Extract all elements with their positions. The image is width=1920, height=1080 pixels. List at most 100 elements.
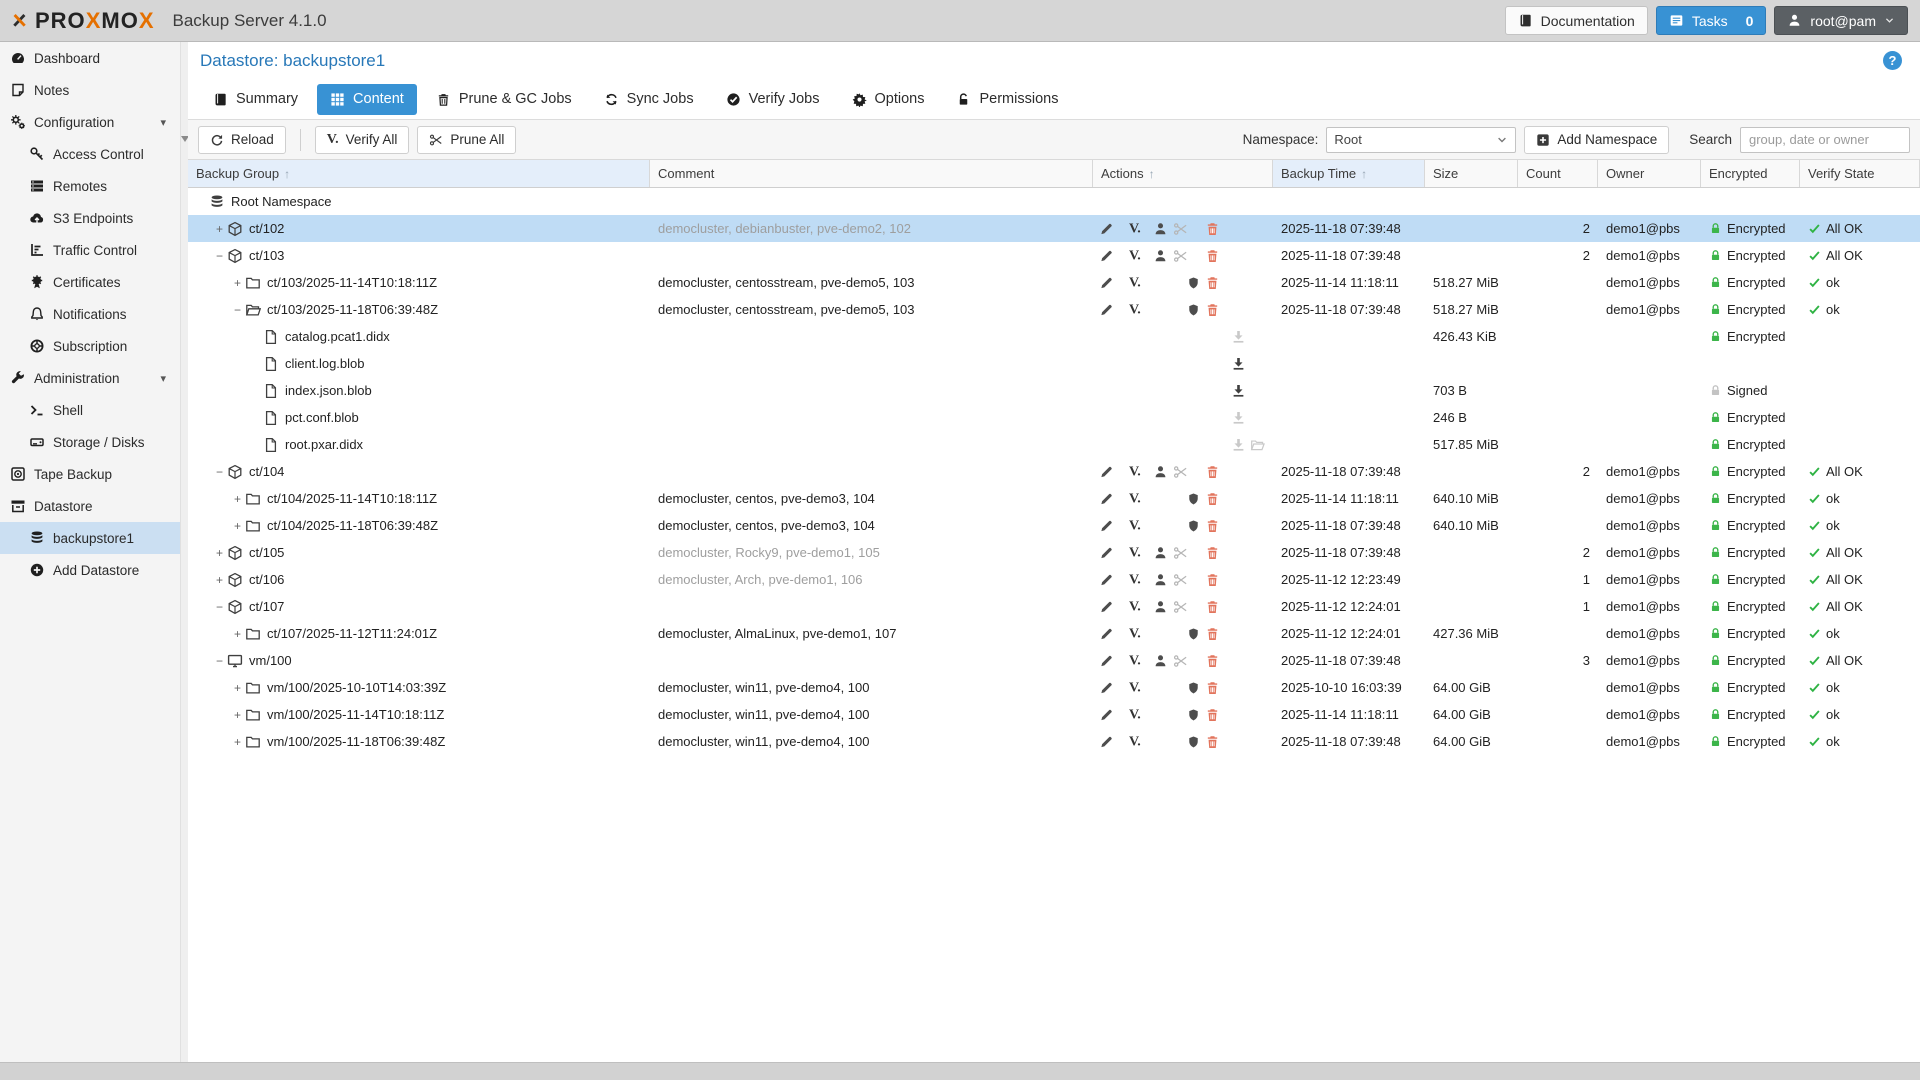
prune-icon[interactable] [1173,545,1188,560]
download-icon[interactable] [1231,356,1246,371]
protect-icon[interactable] [1187,518,1200,533]
verify-icon[interactable]: V. [1129,626,1147,641]
edit-icon[interactable] [1099,491,1114,506]
expand-icon[interactable]: + [230,681,245,695]
change-owner-icon[interactable] [1153,653,1168,668]
remove-icon[interactable] [1205,545,1220,560]
verify-icon[interactable]: V. [1129,302,1147,317]
column-header-encrypted[interactable]: Encrypted [1701,160,1800,187]
sidebar-item-administration[interactable]: Administration ▾ [0,362,180,394]
sidebar-item-traffic-control[interactable]: Traffic Control [0,234,180,266]
verify-icon[interactable]: V. [1129,680,1147,695]
remove-icon[interactable] [1205,221,1220,236]
verify-icon[interactable]: V. [1129,275,1147,290]
protect-icon[interactable] [1187,734,1200,749]
collapse-icon[interactable]: − [212,654,227,668]
remove-icon[interactable] [1205,275,1220,290]
table-row[interactable]: + ct/107/2025-11-12T11:24:01Z democluste… [188,620,1920,647]
edit-icon[interactable] [1099,572,1114,587]
table-row[interactable]: + ct/105 democluster, Rocky9, pve-demo1,… [188,539,1920,566]
expand-icon[interactable]: + [212,546,227,560]
remove-icon[interactable] [1205,464,1220,479]
edit-icon[interactable] [1099,734,1114,749]
verify-icon[interactable]: V. [1129,491,1147,506]
verify-icon[interactable]: V. [1129,518,1147,533]
table-row[interactable]: + ct/104/2025-11-18T06:39:48Z democluste… [188,512,1920,539]
remove-icon[interactable] [1205,599,1220,614]
splitter[interactable] [180,42,188,1062]
sidebar-item-configuration[interactable]: Configuration ▾ [0,106,180,138]
search-input[interactable] [1740,127,1910,153]
table-row[interactable]: + vm/100/2025-10-10T14:03:39Z democluste… [188,674,1920,701]
edit-icon[interactable] [1099,518,1114,533]
table-row[interactable]: root.pxar.didx 517.85 MiB Encrypted [188,431,1920,458]
remove-icon[interactable] [1205,626,1220,641]
collapse-icon[interactable]: − [230,303,245,317]
prune-icon[interactable] [1173,248,1188,263]
verify-icon[interactable]: V. [1129,572,1147,587]
table-row[interactable]: − vm/100 V. 2025-11-18 07:39:48 3 demo1@… [188,647,1920,674]
sidebar-item-remotes[interactable]: Remotes [0,170,180,202]
sidebar-item-tape-backup[interactable]: Tape Backup [0,458,180,490]
tab-options[interactable]: Options [839,84,938,115]
column-header-comment[interactable]: Comment [650,160,1093,187]
tasks-button[interactable]: Tasks 0 [1656,6,1767,35]
expand-icon[interactable]: + [230,627,245,641]
prune-icon[interactable] [1173,599,1188,614]
user-menu-button[interactable]: root@pam [1774,6,1908,35]
sidebar-item-storage-disks[interactable]: Storage / Disks [0,426,180,458]
prune-icon[interactable] [1173,653,1188,668]
prune-all-button[interactable]: Prune All [417,126,516,154]
protect-icon[interactable] [1187,626,1200,641]
prune-icon[interactable] [1173,221,1188,236]
table-row[interactable]: pct.conf.blob 246 B Encrypted [188,404,1920,431]
sidebar-item-shell[interactable]: Shell [0,394,180,426]
protect-icon[interactable] [1187,275,1200,290]
tab-content[interactable]: Content [317,84,417,115]
edit-icon[interactable] [1099,626,1114,641]
sidebar-item-notifications[interactable]: Notifications [0,298,180,330]
verify-icon[interactable]: V. [1129,653,1147,668]
table-row[interactable]: + vm/100/2025-11-14T10:18:11Z democluste… [188,701,1920,728]
sidebar-item-s3-endpoints[interactable]: S3 Endpoints [0,202,180,234]
collapse-icon[interactable]: − [212,600,227,614]
table-row[interactable]: − ct/103/2025-11-18T06:39:48Z democluste… [188,296,1920,323]
remove-icon[interactable] [1205,707,1220,722]
sidebar-item-datastore[interactable]: Datastore [0,490,180,522]
edit-icon[interactable] [1099,680,1114,695]
edit-icon[interactable] [1099,248,1114,263]
column-header-size[interactable]: Size [1425,160,1518,187]
tab-verify-jobs[interactable]: Verify Jobs [713,84,833,115]
table-row[interactable]: − ct/104 V. 2025-11-18 07:39:48 2 demo1@… [188,458,1920,485]
prune-icon[interactable] [1173,464,1188,479]
change-owner-icon[interactable] [1153,572,1168,587]
add-namespace-button[interactable]: Add Namespace [1524,126,1669,154]
remove-icon[interactable] [1205,518,1220,533]
edit-icon[interactable] [1099,275,1114,290]
table-row[interactable]: − ct/107 V. 2025-11-12 12:24:01 1 demo1@… [188,593,1920,620]
table-row[interactable]: + ct/103/2025-11-14T10:18:11Z democluste… [188,269,1920,296]
expand-icon[interactable]: + [230,492,245,506]
protect-icon[interactable] [1187,491,1200,506]
help-icon[interactable]: ? [1883,51,1902,70]
collapse-icon[interactable]: − [212,249,227,263]
change-owner-icon[interactable] [1153,464,1168,479]
change-owner-icon[interactable] [1153,599,1168,614]
remove-icon[interactable] [1205,734,1220,749]
remove-icon[interactable] [1205,680,1220,695]
prune-icon[interactable] [1173,572,1188,587]
change-owner-icon[interactable] [1153,545,1168,560]
table-row[interactable]: − ct/103 V. 2025-11-18 07:39:48 2 demo1@… [188,242,1920,269]
remove-icon[interactable] [1205,248,1220,263]
edit-icon[interactable] [1099,221,1114,236]
section-caret-icon[interactable]: ▾ [160,116,166,129]
edit-icon[interactable] [1099,707,1114,722]
protect-icon[interactable] [1187,302,1200,317]
verify-icon[interactable]: V. [1129,599,1147,614]
tab-permissions[interactable]: Permissions [943,84,1071,115]
table-row[interactable]: + ct/102 democluster, debianbuster, pve-… [188,215,1920,242]
table-row[interactable]: catalog.pcat1.didx 426.43 KiB Encrypted [188,323,1920,350]
table-row[interactable]: client.log.blob [188,350,1920,377]
verify-icon[interactable]: V. [1129,734,1147,749]
verify-icon[interactable]: V. [1129,545,1147,560]
